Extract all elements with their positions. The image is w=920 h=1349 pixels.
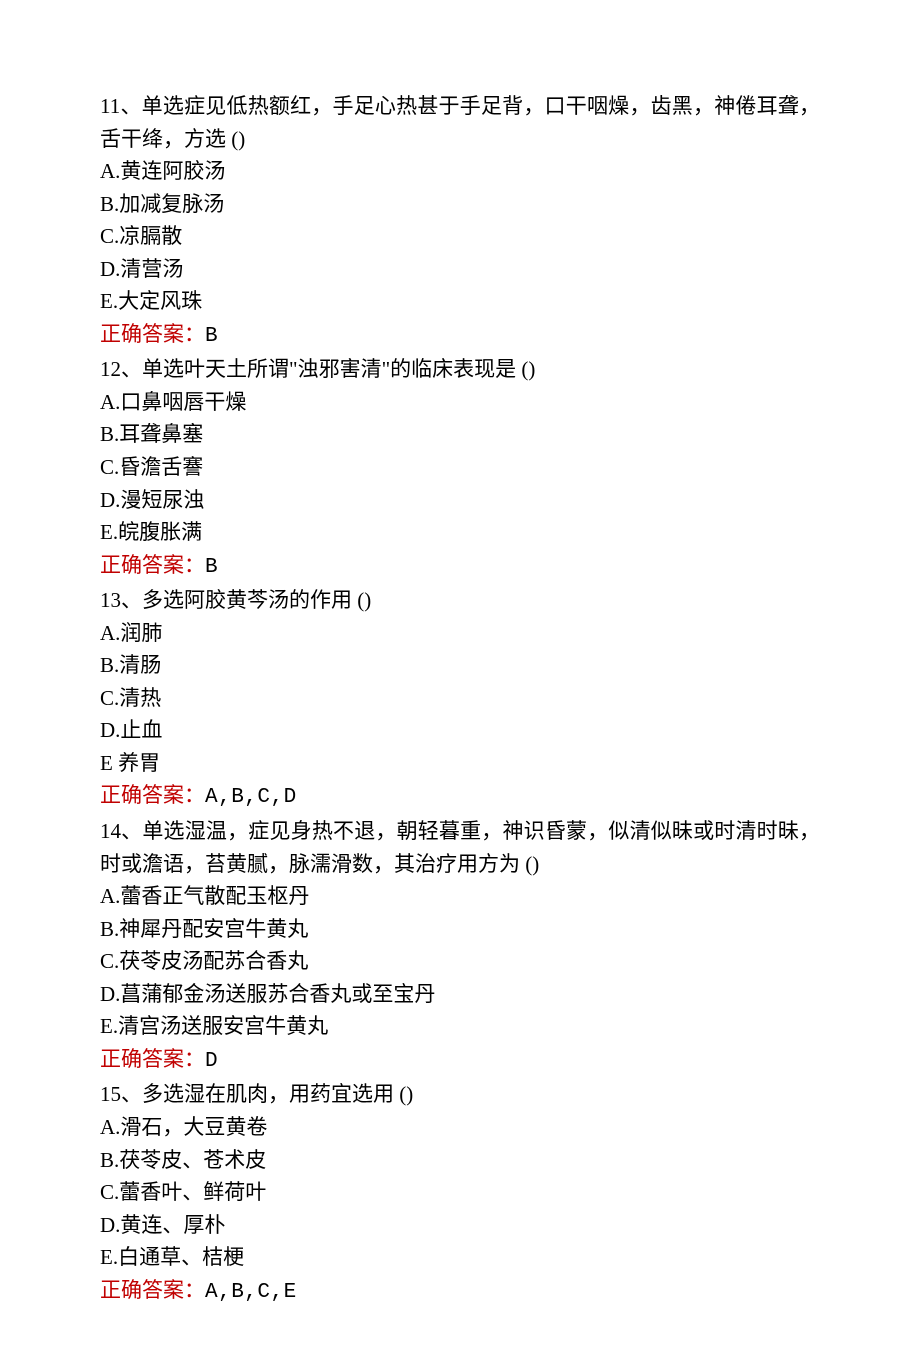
option-c: C.昏澹舌謇 [100, 451, 820, 484]
option-d: D.菖蒲郁金汤送服苏合香丸或至宝丹 [100, 978, 820, 1011]
option-a: A.口鼻咽唇干燥 [100, 386, 820, 419]
option-b: B.茯苓皮、苍术皮 [100, 1144, 820, 1177]
question-block: 11、单选症见低热额红，手足心热甚于手足背，口干咽燥，齿黑，神倦耳聋，舌干绛，方… [100, 90, 820, 353]
option-d: D.止血 [100, 714, 820, 747]
question-text: 叶天土所谓"浊邪害清"的临床表现是 () [184, 357, 535, 381]
option-a: A.滑石，大豆黄卷 [100, 1111, 820, 1144]
option-b: B.神犀丹配安宫牛黄丸 [100, 913, 820, 946]
option-e: E.大定风珠 [100, 285, 820, 318]
option-e: E.白通草、桔梗 [100, 1241, 820, 1274]
option-c: C.清热 [100, 682, 820, 715]
answer-line: 正确答案：D [100, 1043, 820, 1079]
answer-label: 正确答案： [100, 1047, 205, 1071]
question-text: 湿温，症见身热不退，朝轻暮重，神识昏蒙，似清似昧或时清时昧，时或澹语，苔黄腻，脉… [100, 819, 820, 876]
option-c: C.蕾香叶、鲜荷叶 [100, 1176, 820, 1209]
question-type: 多选 [142, 588, 184, 612]
question-stem: 11、单选症见低热额红，手足心热甚于手足背，口干咽燥，齿黑，神倦耳聋，舌干绛，方… [100, 90, 820, 155]
answer-line: 正确答案：A,B,C,D [100, 779, 820, 815]
answer-label: 正确答案： [100, 783, 205, 807]
question-block: 14、单选湿温，症见身热不退，朝轻暮重，神识昏蒙，似清似昧或时清时昧，时或澹语，… [100, 815, 820, 1078]
question-type: 单选 [142, 94, 184, 118]
option-e: E.皖腹胀满 [100, 516, 820, 549]
option-b: B.清肠 [100, 649, 820, 682]
answer-value: A,B,C,D [205, 786, 297, 809]
answer-value: B [205, 325, 218, 348]
option-e: E.清宫汤送服安宫牛黄丸 [100, 1010, 820, 1043]
question-text: 症见低热额红，手足心热甚于手足背，口干咽燥，齿黑，神倦耳聋，舌干绛，方选 () [100, 94, 820, 151]
answer-label: 正确答案： [100, 553, 205, 577]
option-a: A.黄连阿胶汤 [100, 155, 820, 188]
question-number: 12 [100, 357, 121, 381]
option-a: A.蕾香正气散配玉枢丹 [100, 880, 820, 913]
question-block: 13、多选阿胶黄芩汤的作用 () A.润肺 B.清肠 C.清热 D.止血 E 养… [100, 584, 820, 815]
answer-label: 正确答案： [100, 1278, 205, 1302]
question-text: 湿在肌肉，用药宜选用 () [184, 1082, 413, 1106]
question-stem: 12、单选叶天土所谓"浊邪害清"的临床表现是 () [100, 353, 820, 386]
question-type: 单选 [142, 819, 184, 843]
question-stem: 14、单选湿温，症见身热不退，朝轻暮重，神识昏蒙，似清似昧或时清时昧，时或澹语，… [100, 815, 820, 880]
answer-value: B [205, 556, 218, 579]
answer-line: 正确答案：A,B,C,E [100, 1274, 820, 1310]
answer-line: 正确答案：B [100, 318, 820, 354]
answer-label: 正确答案： [100, 322, 205, 346]
question-block: 15、多选湿在肌肉，用药宜选用 () A.滑石，大豆黄卷 B.茯苓皮、苍术皮 C… [100, 1078, 820, 1309]
answer-value: A,B,C,E [205, 1281, 297, 1304]
option-c: C.茯苓皮汤配苏合香丸 [100, 945, 820, 978]
option-b: B.加减复脉汤 [100, 188, 820, 221]
answer-line: 正确答案：B [100, 549, 820, 585]
option-a: A.润肺 [100, 617, 820, 650]
question-text: 阿胶黄芩汤的作用 () [184, 588, 371, 612]
option-d: D.清营汤 [100, 253, 820, 286]
option-b: B.耳聋鼻塞 [100, 418, 820, 451]
question-stem: 13、多选阿胶黄芩汤的作用 () [100, 584, 820, 617]
document-page: 11、单选症见低热额红，手足心热甚于手足背，口干咽燥，齿黑，神倦耳聋，舌干绛，方… [0, 0, 920, 1349]
question-number: 14 [100, 819, 121, 843]
option-e: E 养胃 [100, 747, 820, 780]
question-type: 多选 [142, 1082, 184, 1106]
question-block: 12、单选叶天土所谓"浊邪害清"的临床表现是 () A.口鼻咽唇干燥 B.耳聋鼻… [100, 353, 820, 584]
option-d: D.漫短尿浊 [100, 484, 820, 517]
option-c: C.凉膈散 [100, 220, 820, 253]
question-number: 13 [100, 588, 121, 612]
question-stem: 15、多选湿在肌肉，用药宜选用 () [100, 1078, 820, 1111]
option-d: D.黄连、厚朴 [100, 1209, 820, 1242]
question-number: 11 [100, 94, 120, 118]
answer-value: D [205, 1050, 218, 1073]
question-type: 单选 [142, 357, 184, 381]
question-number: 15 [100, 1082, 121, 1106]
